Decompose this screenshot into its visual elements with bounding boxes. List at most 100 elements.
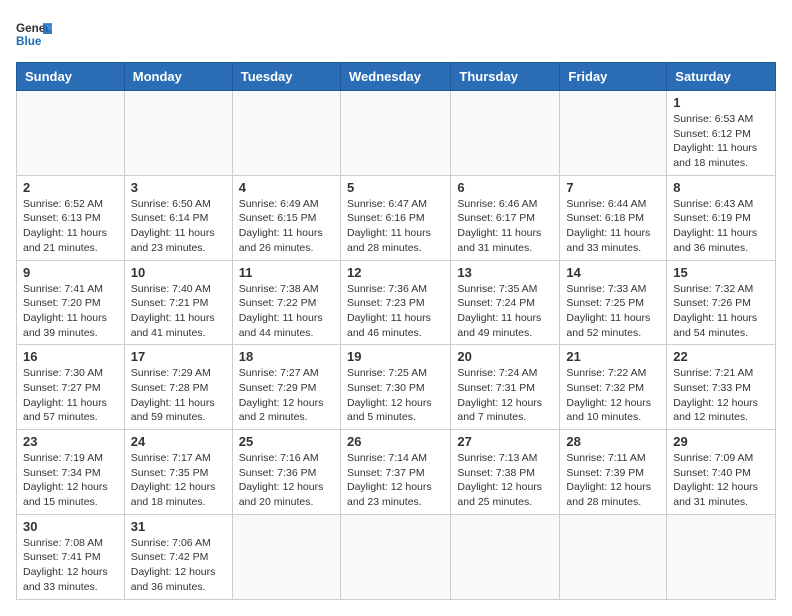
day-info: Sunrise: 7:17 AM Sunset: 7:35 PM Dayligh… bbox=[131, 451, 226, 510]
calendar-week-2: 2Sunrise: 6:52 AM Sunset: 6:13 PM Daylig… bbox=[17, 175, 776, 260]
calendar-cell: 4 Sunrise: 6:49 AM Sunset: 6:15 PM Daylig… bbox=[232, 175, 340, 260]
day-number: 16 bbox=[23, 349, 118, 364]
calendar-cell bbox=[451, 91, 560, 176]
calendar-cell: 16 Sunrise: 7:30 AM Sunset: 7:27 PM Dayli… bbox=[17, 345, 125, 430]
calendar-cell bbox=[340, 91, 450, 176]
calendar-week-5: 23 Sunrise: 7:19 AM Sunset: 7:34 PM Dayli… bbox=[17, 430, 776, 515]
calendar-cell: 25 Sunrise: 7:16 AM Sunset: 7:36 PM Dayli… bbox=[232, 430, 340, 515]
calendar-cell: 24 Sunrise: 7:17 AM Sunset: 7:35 PM Dayli… bbox=[124, 430, 232, 515]
calendar-cell bbox=[340, 514, 450, 599]
day-number: 31 bbox=[131, 519, 226, 534]
day-info: Sunrise: 6:53 AM Sunset: 6:12 PM Dayligh… bbox=[673, 112, 769, 171]
day-number: 22 bbox=[673, 349, 769, 364]
calendar-cell: 21Sunrise: 7:22 AM Sunset: 7:32 PM Dayli… bbox=[560, 345, 667, 430]
calendar-cell: 13 Sunrise: 7:35 AM Sunset: 7:24 PM Dayli… bbox=[451, 260, 560, 345]
calendar-cell: 14 Sunrise: 7:33 AM Sunset: 7:25 PM Dayli… bbox=[560, 260, 667, 345]
calendar-cell: 23 Sunrise: 7:19 AM Sunset: 7:34 PM Dayli… bbox=[17, 430, 125, 515]
svg-text:Blue: Blue bbox=[16, 35, 42, 48]
calendar-cell: 7Sunrise: 6:44 AM Sunset: 6:18 PM Daylig… bbox=[560, 175, 667, 260]
calendar-cell: 18 Sunrise: 7:27 AM Sunset: 7:29 PM Dayli… bbox=[232, 345, 340, 430]
calendar-cell: 11 Sunrise: 7:38 AM Sunset: 7:22 PM Dayli… bbox=[232, 260, 340, 345]
day-info: Sunrise: 7:21 AM Sunset: 7:33 PM Dayligh… bbox=[673, 366, 769, 425]
day-info: Sunrise: 6:46 AM Sunset: 6:17 PM Dayligh… bbox=[457, 197, 553, 256]
day-info: Sunrise: 7:09 AM Sunset: 7:40 PM Dayligh… bbox=[673, 451, 769, 510]
day-info: Sunrise: 7:16 AM Sunset: 7:36 PM Dayligh… bbox=[239, 451, 334, 510]
calendar-cell: 29 Sunrise: 7:09 AM Sunset: 7:40 PM Dayli… bbox=[667, 430, 776, 515]
day-number: 9 bbox=[23, 265, 118, 280]
day-info: Sunrise: 6:50 AM Sunset: 6:14 PM Dayligh… bbox=[131, 197, 226, 256]
calendar-week-3: 9 Sunrise: 7:41 AM Sunset: 7:20 PM Daylig… bbox=[17, 260, 776, 345]
calendar-week-4: 16 Sunrise: 7:30 AM Sunset: 7:27 PM Dayli… bbox=[17, 345, 776, 430]
calendar-cell: 20Sunrise: 7:24 AM Sunset: 7:31 PM Dayli… bbox=[451, 345, 560, 430]
calendar-cell bbox=[451, 514, 560, 599]
day-info: Sunrise: 7:06 AM Sunset: 7:42 PM Dayligh… bbox=[131, 536, 226, 595]
day-number: 8 bbox=[673, 180, 769, 195]
logo-icon: General Blue bbox=[16, 16, 52, 52]
calendar-cell: 2Sunrise: 6:52 AM Sunset: 6:13 PM Daylig… bbox=[17, 175, 125, 260]
day-number: 10 bbox=[131, 265, 226, 280]
day-info: Sunrise: 7:35 AM Sunset: 7:24 PM Dayligh… bbox=[457, 282, 553, 341]
day-info: Sunrise: 6:43 AM Sunset: 6:19 PM Dayligh… bbox=[673, 197, 769, 256]
calendar-cell bbox=[560, 514, 667, 599]
day-number: 12 bbox=[347, 265, 444, 280]
day-info: Sunrise: 7:33 AM Sunset: 7:25 PM Dayligh… bbox=[566, 282, 660, 341]
day-number: 25 bbox=[239, 434, 334, 449]
calendar-cell: 5Sunrise: 6:47 AM Sunset: 6:16 PM Daylig… bbox=[340, 175, 450, 260]
day-number: 28 bbox=[566, 434, 660, 449]
calendar-week-6: 30Sunrise: 7:08 AM Sunset: 7:41 PM Dayli… bbox=[17, 514, 776, 599]
day-info: Sunrise: 6:49 AM Sunset: 6:15 PM Dayligh… bbox=[239, 197, 334, 256]
calendar-cell: 22 Sunrise: 7:21 AM Sunset: 7:33 PM Dayli… bbox=[667, 345, 776, 430]
calendar-cell: 10Sunrise: 7:40 AM Sunset: 7:21 PM Dayli… bbox=[124, 260, 232, 345]
calendar-cell: 15Sunrise: 7:32 AM Sunset: 7:26 PM Dayli… bbox=[667, 260, 776, 345]
day-info: Sunrise: 7:27 AM Sunset: 7:29 PM Dayligh… bbox=[239, 366, 334, 425]
calendar-cell: 30Sunrise: 7:08 AM Sunset: 7:41 PM Dayli… bbox=[17, 514, 125, 599]
day-header-sunday: Sunday bbox=[17, 63, 125, 91]
day-info: Sunrise: 7:08 AM Sunset: 7:41 PM Dayligh… bbox=[23, 536, 118, 595]
calendar-cell bbox=[232, 514, 340, 599]
day-number: 26 bbox=[347, 434, 444, 449]
day-info: Sunrise: 7:19 AM Sunset: 7:34 PM Dayligh… bbox=[23, 451, 118, 510]
calendar-cell: 27Sunrise: 7:13 AM Sunset: 7:38 PM Dayli… bbox=[451, 430, 560, 515]
day-number: 11 bbox=[239, 265, 334, 280]
day-number: 14 bbox=[566, 265, 660, 280]
day-number: 7 bbox=[566, 180, 660, 195]
day-info: Sunrise: 7:30 AM Sunset: 7:27 PM Dayligh… bbox=[23, 366, 118, 425]
day-number: 3 bbox=[131, 180, 226, 195]
day-number: 17 bbox=[131, 349, 226, 364]
day-header-wednesday: Wednesday bbox=[340, 63, 450, 91]
day-number: 24 bbox=[131, 434, 226, 449]
calendar-cell bbox=[560, 91, 667, 176]
calendar-cell: 19Sunrise: 7:25 AM Sunset: 7:30 PM Dayli… bbox=[340, 345, 450, 430]
day-info: Sunrise: 7:41 AM Sunset: 7:20 PM Dayligh… bbox=[23, 282, 118, 341]
calendar-cell bbox=[124, 91, 232, 176]
calendar-cell: 9 Sunrise: 7:41 AM Sunset: 7:20 PM Daylig… bbox=[17, 260, 125, 345]
day-info: Sunrise: 7:14 AM Sunset: 7:37 PM Dayligh… bbox=[347, 451, 444, 510]
day-number: 21 bbox=[566, 349, 660, 364]
calendar-cell bbox=[17, 91, 125, 176]
day-header-friday: Friday bbox=[560, 63, 667, 91]
day-info: Sunrise: 6:52 AM Sunset: 6:13 PM Dayligh… bbox=[23, 197, 118, 256]
day-number: 19 bbox=[347, 349, 444, 364]
day-number: 23 bbox=[23, 434, 118, 449]
day-number: 27 bbox=[457, 434, 553, 449]
calendar-week-1: 1 Sunrise: 6:53 AM Sunset: 6:12 PM Daylig… bbox=[17, 91, 776, 176]
day-info: Sunrise: 7:11 AM Sunset: 7:39 PM Dayligh… bbox=[566, 451, 660, 510]
calendar-cell: 3 Sunrise: 6:50 AM Sunset: 6:14 PM Daylig… bbox=[124, 175, 232, 260]
calendar-cell: 17 Sunrise: 7:29 AM Sunset: 7:28 PM Dayli… bbox=[124, 345, 232, 430]
day-info: Sunrise: 7:38 AM Sunset: 7:22 PM Dayligh… bbox=[239, 282, 334, 341]
calendar-cell bbox=[667, 514, 776, 599]
day-number: 18 bbox=[239, 349, 334, 364]
calendar-cell: 28 Sunrise: 7:11 AM Sunset: 7:39 PM Dayli… bbox=[560, 430, 667, 515]
day-number: 5 bbox=[347, 180, 444, 195]
logo: General Blue bbox=[16, 16, 52, 52]
day-header-monday: Monday bbox=[124, 63, 232, 91]
day-info: Sunrise: 7:29 AM Sunset: 7:28 PM Dayligh… bbox=[131, 366, 226, 425]
day-number: 29 bbox=[673, 434, 769, 449]
day-number: 13 bbox=[457, 265, 553, 280]
calendar-cell: 6Sunrise: 6:46 AM Sunset: 6:17 PM Daylig… bbox=[451, 175, 560, 260]
calendar-cell: 26 Sunrise: 7:14 AM Sunset: 7:37 PM Dayli… bbox=[340, 430, 450, 515]
day-number: 1 bbox=[673, 95, 769, 110]
day-info: Sunrise: 7:36 AM Sunset: 7:23 PM Dayligh… bbox=[347, 282, 444, 341]
header: General Blue bbox=[16, 16, 776, 52]
day-number: 4 bbox=[239, 180, 334, 195]
